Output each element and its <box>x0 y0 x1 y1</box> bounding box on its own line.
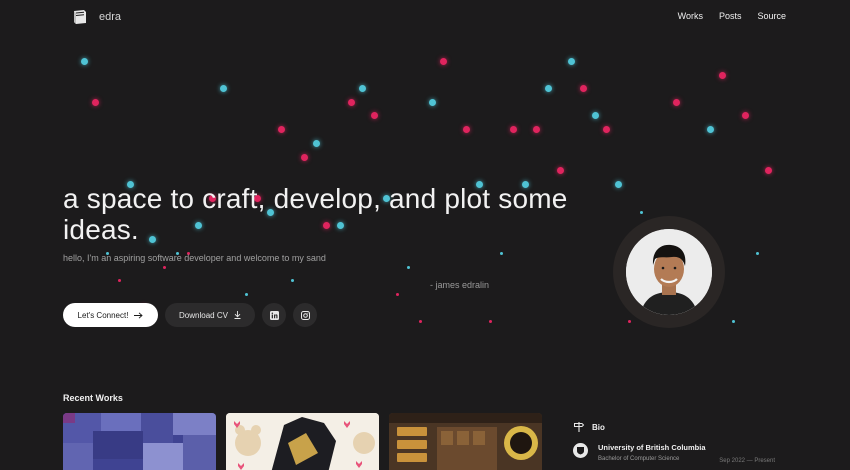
particle-dot <box>544 84 552 92</box>
linkedin-icon <box>269 310 279 320</box>
nav-links: Works Posts Source <box>678 11 786 21</box>
brand[interactable]: edra <box>71 8 121 26</box>
particle-dot <box>91 98 99 106</box>
download-cv-label: Download CV <box>179 310 228 320</box>
particle-dot <box>312 139 320 147</box>
degree: Bachelor of Computer Science <box>598 456 680 462</box>
particle-dot <box>627 319 631 323</box>
particle-dot <box>509 125 517 133</box>
education-details: University of British Columbia Bachelor … <box>598 443 706 462</box>
particle-dot <box>731 319 735 323</box>
bio-section: Bio University of British Columbia Bache… <box>573 421 793 464</box>
hero-title: a space to craft, develop, and plot some… <box>63 183 568 245</box>
recent-works-title: Recent Works <box>63 393 123 403</box>
nav-link-works[interactable]: Works <box>678 11 703 21</box>
instagram-icon <box>300 310 310 320</box>
particle-dot <box>556 166 564 174</box>
particle-dot <box>764 166 772 174</box>
linkedin-button[interactable] <box>262 303 286 327</box>
particle-dot <box>499 251 503 255</box>
particle-dot <box>347 98 355 106</box>
avatar <box>626 229 712 315</box>
brand-name: edra <box>99 11 122 23</box>
particle-dot <box>162 265 166 269</box>
hero-actions: Let's Connect! Download CV <box>63 303 317 327</box>
particle-dot <box>591 111 599 119</box>
particle-dot <box>439 57 447 65</box>
crest-icon <box>577 447 584 455</box>
connect-label: Let's Connect! <box>77 310 129 320</box>
particle-dot <box>219 84 227 92</box>
particle-dot <box>80 57 88 65</box>
particle-dot <box>244 292 248 296</box>
nav-link-source[interactable]: Source <box>757 11 786 21</box>
particle-dot <box>672 98 680 106</box>
work-thumbnail <box>63 413 216 470</box>
arrow-right-icon <box>134 311 144 319</box>
portrait-image <box>626 229 712 315</box>
particle-dot <box>117 278 121 282</box>
particle-dot <box>532 125 540 133</box>
university-name: University of British Columbia <box>598 443 706 452</box>
download-icon <box>234 311 241 319</box>
particle-dot <box>718 71 726 79</box>
download-cv-button[interactable]: Download CV <box>165 303 255 327</box>
university-logo <box>573 443 588 458</box>
education-entry: University of British Columbia Bachelor … <box>573 443 793 464</box>
particle-dot <box>370 111 378 119</box>
book-logo-icon <box>74 10 86 24</box>
work-card[interactable] <box>389 413 542 470</box>
connect-button[interactable]: Let's Connect! <box>63 303 158 327</box>
particle-dot <box>406 265 410 269</box>
bio-title: Bio <box>592 422 605 432</box>
particle-dot <box>358 84 366 92</box>
particle-dot <box>602 125 610 133</box>
instagram-button[interactable] <box>293 303 317 327</box>
recent-works-list <box>63 413 542 470</box>
particle-dot <box>462 125 470 133</box>
particle-dot <box>741 111 749 119</box>
nav-link-posts[interactable]: Posts <box>719 11 742 21</box>
work-thumbnail <box>226 413 379 470</box>
particle-dot <box>579 84 587 92</box>
particle-dot <box>290 278 294 282</box>
particle-dot <box>300 153 308 161</box>
particle-dot <box>639 210 643 214</box>
work-card[interactable] <box>63 413 216 470</box>
particle-dot <box>395 292 399 296</box>
particle-dot <box>706 125 714 133</box>
particle-dot <box>567 57 575 65</box>
signature: - james edralin <box>430 280 490 290</box>
work-thumbnail <box>389 413 542 470</box>
signpost-icon <box>574 422 585 432</box>
avatar-frame <box>613 216 725 328</box>
work-card[interactable] <box>226 413 379 470</box>
particle-dot <box>418 319 422 323</box>
education-dates: Sep 2022 — Present <box>719 458 775 464</box>
particle-dot <box>277 125 285 133</box>
particle-dot <box>488 319 492 323</box>
top-nav: edra Works Posts Source <box>0 0 850 34</box>
bio-header: Bio <box>573 421 793 433</box>
particle-dot <box>755 251 759 255</box>
particle-dot <box>428 98 436 106</box>
particle-dot <box>614 180 622 188</box>
hero-subtitle: hello, I'm an aspiring software develope… <box>63 253 326 263</box>
